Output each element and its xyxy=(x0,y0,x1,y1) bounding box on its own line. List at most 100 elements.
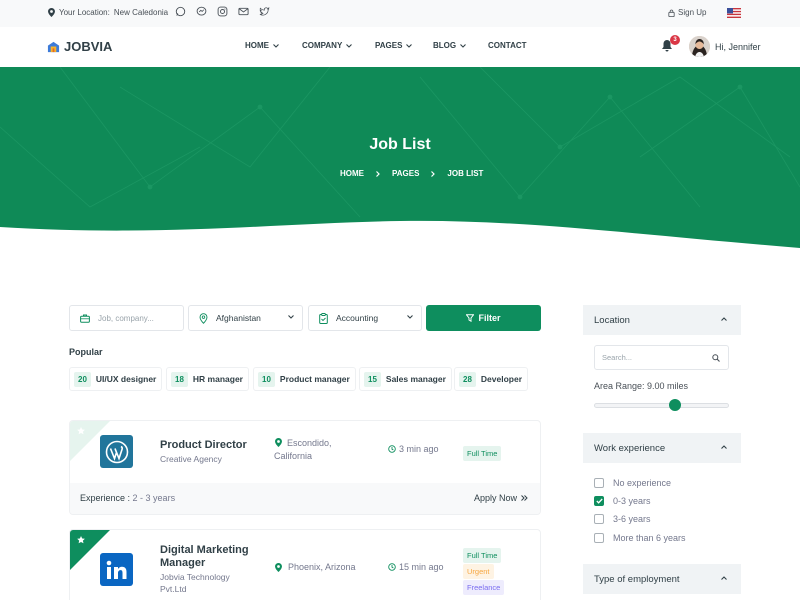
chevron-down-icon xyxy=(346,43,353,48)
country-value: Afghanistan xyxy=(216,313,261,323)
chevron-right-icon xyxy=(431,170,436,177)
checkbox[interactable] xyxy=(594,533,604,543)
chevron-down-icon xyxy=(406,43,413,48)
search-icon xyxy=(712,354,720,362)
location-filter-header[interactable]: Location xyxy=(583,305,741,335)
location-line-2: California xyxy=(274,451,313,461)
filter-button[interactable]: Filter xyxy=(426,305,541,331)
brand-name: JOBVIA xyxy=(64,39,113,54)
breadcrumb-pages[interactable]: PAGES xyxy=(392,169,419,178)
experience-option[interactable]: No experience xyxy=(594,478,671,488)
posted-value: 15 min ago xyxy=(399,562,444,572)
experience-option[interactable]: 0-3 years xyxy=(594,496,651,506)
job-location: Escondido, California xyxy=(274,437,332,463)
experience-option[interactable]: More than 6 years xyxy=(594,533,686,543)
job-title[interactable]: Product Director xyxy=(160,439,247,451)
experience-value: 2 - 3 years xyxy=(132,493,176,503)
clipboard-icon xyxy=(319,312,328,324)
breadcrumb-current: JOB LIST xyxy=(447,169,484,178)
user-greeting[interactable]: Hi, Jennifer xyxy=(715,42,761,52)
area-range-thumb[interactable] xyxy=(669,399,681,411)
checkmark-icon xyxy=(595,498,603,504)
country-select[interactable]: Afghanistan xyxy=(188,305,303,331)
keyword-input[interactable]: Job, company... xyxy=(69,305,184,331)
location-search-placeholder: Search... xyxy=(602,353,633,362)
map-pin-icon xyxy=(199,312,208,324)
main-navbar: JOBVIA HOME COMPANY PAGES BLOG CONTACT 3 xyxy=(0,27,800,67)
experience-option-label: 3-6 years xyxy=(613,514,651,524)
job-title-line-1: Digital Marketing xyxy=(160,544,249,556)
whatsapp-icon[interactable] xyxy=(175,6,186,17)
user-avatar[interactable] xyxy=(689,36,710,57)
checkbox[interactable] xyxy=(594,514,604,524)
nav-item-company[interactable]: COMPANY xyxy=(302,41,353,50)
nav-item-blog[interactable]: BLOG xyxy=(433,41,466,50)
category-select[interactable]: Accounting xyxy=(308,305,422,331)
tag-label: UI/UX designer xyxy=(95,374,157,384)
area-range-label: Area Range: 9.00 miles xyxy=(594,381,689,391)
nav-item-pages[interactable]: PAGES xyxy=(375,41,413,50)
tag-count: 20 xyxy=(74,371,91,387)
messenger-icon[interactable] xyxy=(196,6,207,17)
experience-option-label: More than 6 years xyxy=(613,533,686,543)
instagram-icon[interactable] xyxy=(217,6,228,17)
apply-now-link[interactable]: Apply Now xyxy=(474,493,528,503)
tag-count: 28 xyxy=(459,371,476,387)
chevron-down-icon xyxy=(460,43,466,48)
location-prefix: Your Location: xyxy=(59,8,110,17)
experience-info: Experience : 2 - 3 years xyxy=(80,493,175,503)
job-type-badge: Freelance xyxy=(463,580,505,595)
job-card[interactable]: Product Director Creative Agency Escondi… xyxy=(69,420,541,515)
tag-label: Product manager xyxy=(279,374,350,384)
chevron-up-icon xyxy=(721,576,727,580)
job-location: Phoenix, Arizona xyxy=(275,562,356,572)
sign-up-label: Sign Up xyxy=(678,8,707,17)
popular-tag[interactable]: 20 UI/UX designer xyxy=(69,367,163,391)
nav-item-contact[interactable]: CONTACT xyxy=(488,41,527,50)
nav-item-home[interactable]: HOME xyxy=(245,41,279,50)
work-experience-header[interactable]: Work experience xyxy=(583,433,741,463)
employment-type-header[interactable]: Type of employment xyxy=(583,564,741,594)
filter-icon xyxy=(466,314,475,322)
experience-option[interactable]: 3-6 years xyxy=(594,514,651,524)
employment-type-title: Type of employment xyxy=(594,573,680,585)
popular-tag[interactable]: 10 Product manager xyxy=(253,367,356,391)
category-value: Accounting xyxy=(336,313,379,323)
linkedin-logo xyxy=(100,553,133,586)
job-card[interactable]: Digital Marketing Manager Jobvia Technol… xyxy=(69,529,541,600)
chevron-down-icon xyxy=(407,315,413,319)
tag-label: Developer xyxy=(480,374,523,384)
tag-count: 15 xyxy=(364,371,381,387)
page-title: Job List xyxy=(369,136,431,153)
location-search-input[interactable]: Search... xyxy=(594,345,729,370)
chevron-up-icon xyxy=(721,317,727,321)
popular-tag[interactable]: 28 Developer xyxy=(454,367,529,391)
user-photo xyxy=(689,36,710,57)
sign-up-link[interactable]: Sign Up xyxy=(668,8,706,17)
company-line-1: Jobvia Technology xyxy=(160,572,230,582)
nav-blog-label: BLOG xyxy=(433,41,457,50)
us-flag-icon[interactable] xyxy=(727,8,741,18)
card-footer: Experience : 2 - 3 years Apply Now xyxy=(70,483,540,514)
area-range-slider[interactable] xyxy=(594,403,729,408)
job-title[interactable]: Digital Marketing Manager xyxy=(160,544,249,570)
popular-tag[interactable]: 18 HR manager xyxy=(166,367,249,391)
breadcrumb-home[interactable]: HOME xyxy=(340,169,364,178)
checkbox-checked[interactable] xyxy=(594,496,604,506)
chevron-down-icon xyxy=(273,43,279,48)
posted-time: 15 min ago xyxy=(388,562,444,572)
job-type-badge: Urgent xyxy=(463,564,494,579)
brand-logo[interactable]: JOBVIA xyxy=(47,39,112,54)
nav-home-label: HOME xyxy=(245,41,269,50)
popular-tag[interactable]: 15 Sales manager xyxy=(359,367,452,391)
company-name: Creative Agency xyxy=(160,454,222,464)
apply-now-label: Apply Now xyxy=(473,493,517,503)
twitter-icon[interactable] xyxy=(259,6,270,17)
location-line-1: Escondido, xyxy=(287,438,332,448)
filter-label: Filter xyxy=(478,313,501,323)
email-icon[interactable] xyxy=(238,6,249,17)
popular-label: Popular xyxy=(69,347,103,357)
checkbox[interactable] xyxy=(594,478,604,488)
hero-background xyxy=(0,67,800,248)
jobvia-logo-icon xyxy=(47,41,60,53)
